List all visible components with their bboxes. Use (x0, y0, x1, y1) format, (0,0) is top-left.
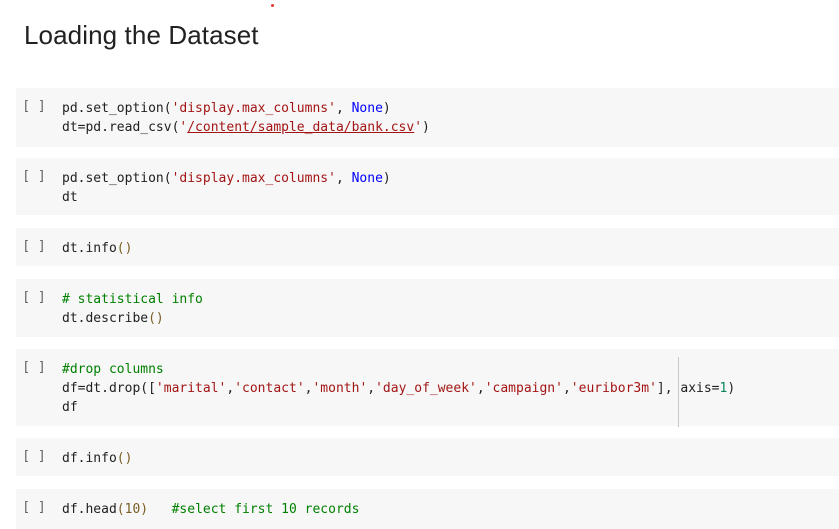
code-line: df.info() (62, 449, 831, 468)
run-cell-button[interactable]: [ ] (16, 290, 52, 305)
code-line: df.head(10) #select first 10 records (62, 500, 831, 519)
code-editor[interactable]: df.info() (62, 449, 831, 468)
code-line: dt.describe() (62, 309, 831, 328)
code-token: 'euribor3m' (570, 381, 657, 396)
code-token: # statistical info (62, 292, 203, 307)
editor-ruler (678, 357, 679, 427)
code-cell-6[interactable]: [ ] df.info() (16, 438, 839, 476)
code-token: () (116, 241, 133, 256)
code-editor[interactable]: #drop columns df=dt.drop(['marital', 'cont… (62, 360, 831, 417)
code-line: dt (62, 188, 831, 207)
code-token: 'campaign' (484, 381, 563, 396)
code-token: None (351, 171, 383, 186)
code-token: df.head (62, 502, 117, 517)
code-token: 'marital' (155, 381, 227, 396)
run-cell-button[interactable]: [ ] (16, 449, 52, 464)
code-editor[interactable]: pd.set_option('display.max_columns', Non… (62, 169, 831, 207)
code-line: pd.set_option('display.max_columns', Non… (62, 169, 831, 188)
code-token: () (116, 451, 133, 466)
code-token: df (62, 400, 78, 415)
status-dot (271, 4, 274, 7)
code-cell-2[interactable]: [ ] pd.set_option('display.max_columns',… (16, 158, 839, 215)
code-token: 'display.max_columns' (171, 171, 336, 186)
run-cell-button[interactable]: [ ] (16, 500, 52, 515)
code-token: (10) (116, 502, 149, 517)
code-token: ' (414, 120, 423, 135)
code-line: df (62, 398, 831, 417)
code-token: /content/sample_data/bank.csv (187, 120, 415, 135)
code-token: , (367, 381, 376, 396)
code-token: , (476, 381, 485, 396)
code-token: , (562, 381, 571, 396)
code-editor[interactable]: df.head(10) #select first 10 records (62, 500, 831, 519)
code-token: df.info (62, 451, 117, 466)
code-token: , (335, 171, 352, 186)
code-token: 'month' (312, 381, 368, 396)
code-token: #select first 10 records (171, 502, 360, 517)
code-token: 'day_of_week' (375, 381, 477, 396)
code-editor[interactable]: dt.info() (62, 239, 831, 258)
code-cell-4[interactable]: [ ] # statistical info dt.describe() (16, 279, 839, 337)
code-token: , (335, 101, 352, 116)
code-token: ) (727, 381, 736, 396)
code-token: ], axis= (656, 381, 720, 396)
code-token: dt.info (62, 241, 117, 256)
code-line: df=dt.drop(['marital','contact','month',… (62, 379, 831, 398)
code-editor[interactable]: # statistical info dt.describe() (62, 290, 831, 328)
code-cell-1[interactable]: [ ] pd.set_option('display.max_columns',… (16, 88, 839, 147)
code-line: # statistical info (62, 290, 831, 309)
code-token: 'display.max_columns' (171, 101, 336, 116)
run-cell-button[interactable]: [ ] (16, 360, 52, 375)
code-token: dt.describe (62, 311, 149, 326)
code-token: () (148, 311, 164, 326)
code-token: df=dt.drop([ (62, 381, 156, 396)
code-token: pd.set_option( (62, 171, 172, 186)
code-token: ) (422, 120, 430, 135)
code-line: dt=pd.read_csv( '/content/sample_data/ban… (62, 118, 831, 137)
code-line: #drop columns (62, 360, 831, 379)
code-cell-5[interactable]: [ ] #drop columns df=dt.drop(['marital','… (16, 349, 839, 427)
run-cell-button[interactable]: [ ] (16, 169, 52, 184)
code-token: pd.set_option( (62, 101, 172, 116)
code-line: pd.set_option('display.max_columns', Non… (62, 99, 831, 118)
code-token: dt=pd.read_csv( (62, 120, 180, 135)
code-cell-3[interactable]: [ ] dt.info() (16, 228, 839, 266)
code-token: 'contact' (234, 381, 305, 396)
run-cell-button[interactable]: [ ] (16, 239, 52, 254)
code-editor[interactable]: pd.set_option('display.max_columns', Non… (62, 99, 831, 137)
code-line: dt.info() (62, 239, 831, 258)
code-token: ) (382, 171, 391, 186)
code-token: dt (62, 190, 78, 205)
code-token: #drop columns (62, 362, 164, 377)
code-cell-7[interactable]: [ ] df.head(10) #select first 10 records (16, 489, 839, 529)
code-token: None (351, 101, 383, 116)
section-heading: Loading the Dataset (24, 20, 259, 50)
run-cell-button[interactable]: [ ] (16, 99, 52, 114)
code-token: ) (382, 101, 391, 116)
